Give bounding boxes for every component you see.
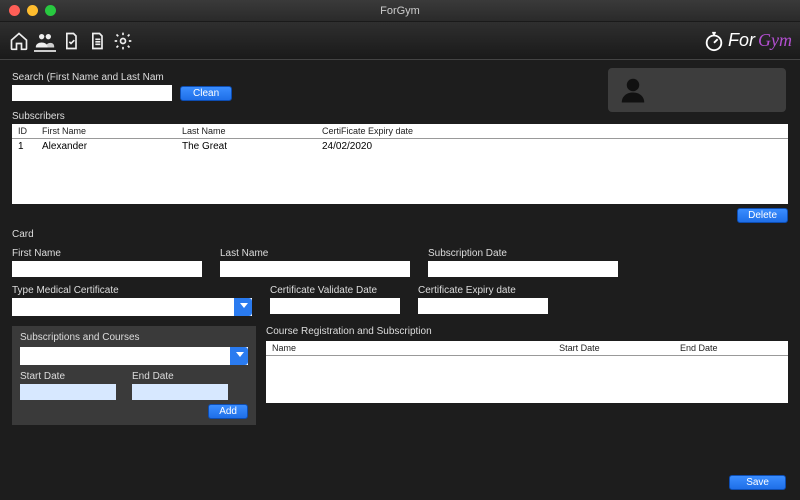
avatar-card bbox=[608, 68, 786, 112]
document-check-icon[interactable] bbox=[60, 30, 82, 52]
col-last-name[interactable]: Last Name bbox=[176, 124, 316, 139]
users-icon[interactable] bbox=[34, 30, 56, 52]
chevron-down-icon bbox=[240, 303, 248, 308]
first-name-field[interactable] bbox=[12, 261, 202, 277]
save-button[interactable]: Save bbox=[729, 475, 786, 490]
subscriptions-panel: Subscriptions and Courses Start Date End… bbox=[12, 326, 256, 425]
col-course-end[interactable]: End Date bbox=[674, 341, 788, 356]
cert-validate-label: Certificate Validate Date bbox=[270, 285, 400, 296]
last-name-label: Last Name bbox=[220, 248, 410, 259]
table-row[interactable]: 1 Alexander The Great 24/02/2020 bbox=[12, 139, 788, 155]
cert-validate-field[interactable] bbox=[270, 298, 400, 314]
col-course-name[interactable]: Name bbox=[266, 341, 553, 356]
home-icon[interactable] bbox=[8, 30, 30, 52]
start-date-field[interactable] bbox=[20, 384, 116, 400]
end-date-label: End Date bbox=[132, 371, 228, 382]
subscription-date-label: Subscription Date bbox=[428, 248, 618, 259]
last-name-field[interactable] bbox=[220, 261, 410, 277]
delete-button[interactable]: Delete bbox=[737, 208, 788, 223]
subscriptions-select[interactable] bbox=[20, 347, 248, 365]
cert-expiry-field[interactable] bbox=[418, 298, 548, 314]
search-label: Search (First Name and Last Nam bbox=[12, 72, 172, 83]
brand-logo: ForGym bbox=[703, 30, 792, 52]
minimize-window-icon[interactable] bbox=[27, 5, 38, 16]
window-title: ForGym bbox=[0, 5, 800, 17]
subscribers-table[interactable]: ID First Name Last Name CertiFicate Expi… bbox=[12, 124, 788, 204]
close-window-icon[interactable] bbox=[9, 5, 20, 16]
search-input[interactable] bbox=[12, 85, 172, 101]
add-button[interactable]: Add bbox=[208, 404, 248, 419]
course-registration-panel: Course Registration and Subscription Nam… bbox=[266, 326, 788, 403]
course-registration-title: Course Registration and Subscription bbox=[266, 326, 788, 337]
first-name-label: First Name bbox=[12, 248, 202, 259]
start-date-label: Start Date bbox=[20, 371, 116, 382]
traffic-lights bbox=[0, 5, 56, 16]
document-lines-icon[interactable] bbox=[86, 30, 108, 52]
col-first-name[interactable]: First Name bbox=[36, 124, 176, 139]
subscribers-label: Subscribers bbox=[12, 111, 788, 122]
type-medical-select[interactable] bbox=[12, 298, 252, 316]
zoom-window-icon[interactable] bbox=[45, 5, 56, 16]
avatar-icon bbox=[618, 75, 648, 105]
col-id[interactable]: ID bbox=[12, 124, 36, 139]
cert-expiry-label: Certificate Expiry date bbox=[418, 285, 548, 296]
subscriptions-title: Subscriptions and Courses bbox=[20, 332, 248, 343]
col-cert-expiry[interactable]: CertiFicate Expiry date bbox=[316, 124, 788, 139]
type-medical-label: Type Medical Certificate bbox=[12, 285, 252, 296]
course-table[interactable]: Name Start Date End Date bbox=[266, 341, 788, 403]
clean-button[interactable]: Clean bbox=[180, 86, 232, 101]
stopwatch-icon bbox=[703, 30, 725, 52]
gear-icon[interactable] bbox=[112, 30, 134, 52]
content-area: Search (First Name and Last Nam Clean Su… bbox=[0, 60, 800, 500]
subscription-date-field[interactable] bbox=[428, 261, 618, 277]
col-course-start[interactable]: Start Date bbox=[553, 341, 674, 356]
window-titlebar: ForGym bbox=[0, 0, 800, 22]
end-date-field[interactable] bbox=[132, 384, 228, 400]
chevron-down-icon bbox=[236, 352, 244, 357]
main-toolbar: ForGym bbox=[0, 22, 800, 60]
card-label: Card bbox=[12, 229, 788, 240]
